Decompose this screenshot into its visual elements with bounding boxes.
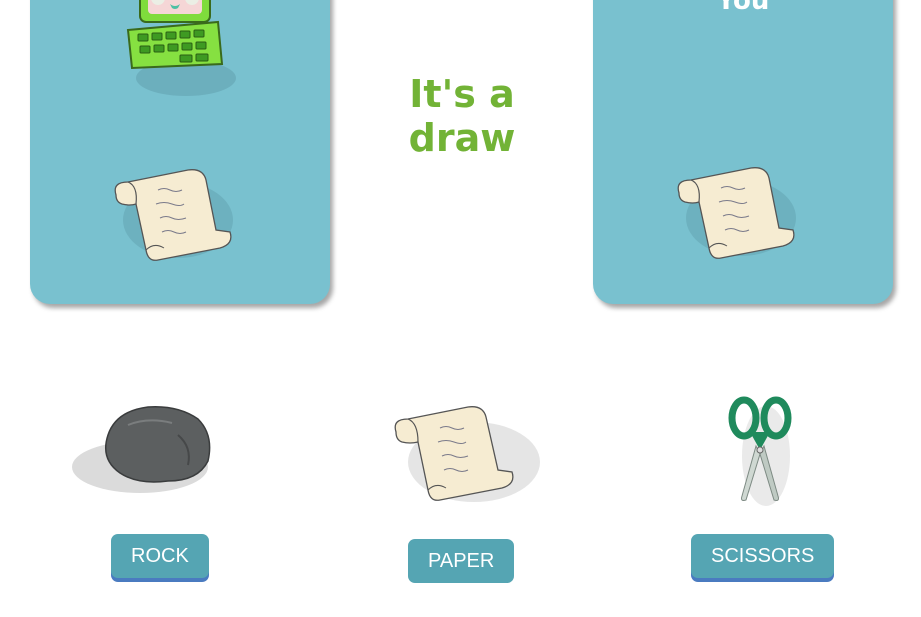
result-text: It's a draw: [362, 72, 562, 160]
scissors-icon[interactable]: [722, 396, 802, 508]
rock-button[interactable]: ROCK: [111, 534, 209, 578]
computer-panel: [30, 0, 330, 304]
you-pick-paper-icon: [677, 167, 796, 259]
result-line-2: draw: [408, 116, 516, 160]
computer-pick-paper-icon: [114, 169, 233, 261]
paper-button[interactable]: PAPER: [408, 539, 515, 583]
paper-scroll-icon[interactable]: [388, 392, 548, 512]
computer-icon: [126, 0, 236, 96]
rock-icon[interactable]: [68, 395, 218, 505]
result-line-1: It's a: [409, 72, 515, 116]
you-panel: You: [593, 0, 893, 304]
you-label: You: [716, 0, 770, 16]
scissors-button[interactable]: SCISSORS: [691, 534, 835, 578]
